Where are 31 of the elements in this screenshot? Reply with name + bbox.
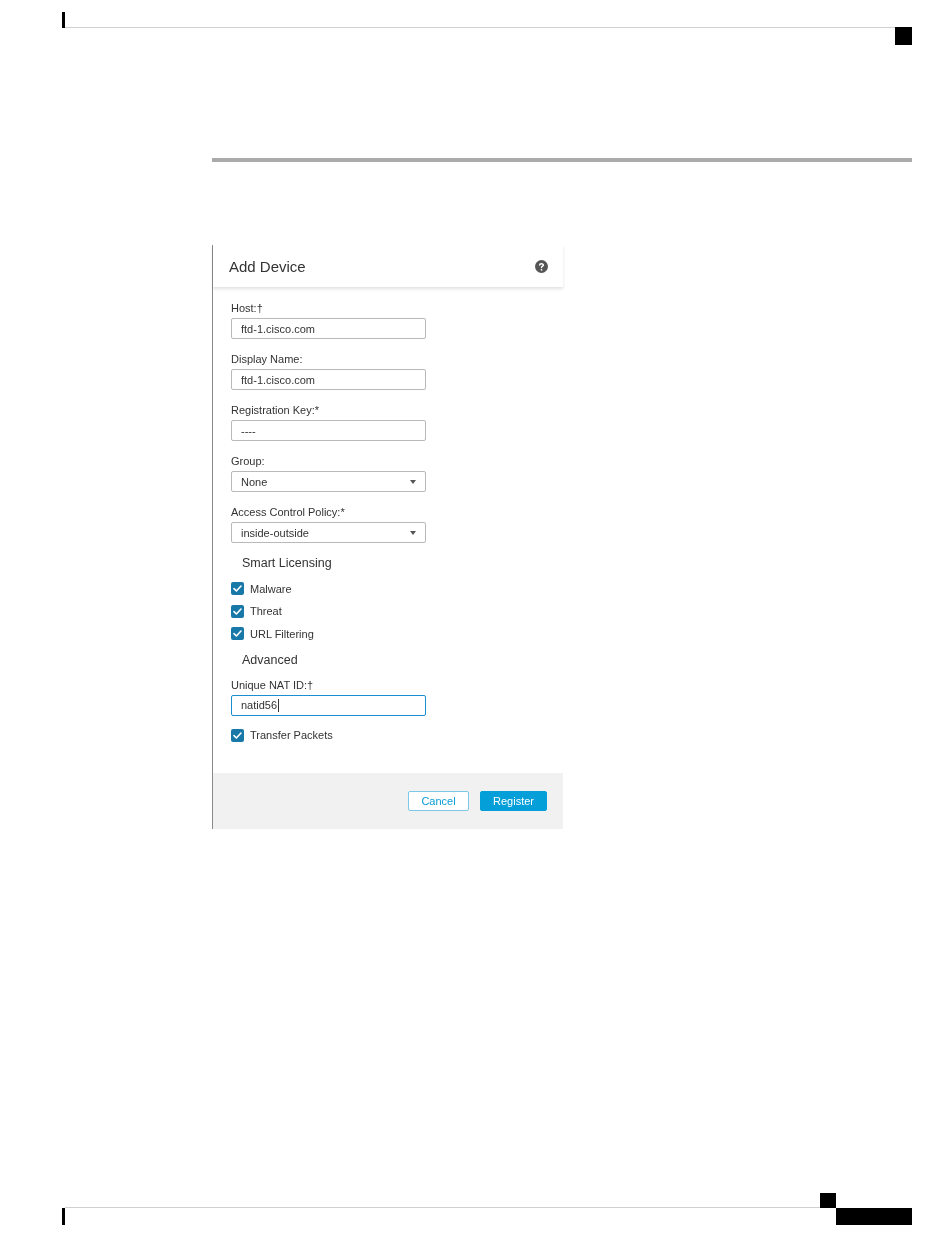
caret-down-icon — [410, 479, 416, 484]
field-label: Unique NAT ID:† — [231, 677, 314, 692]
dropdown-field[interactable]: inside-outside — [231, 522, 426, 543]
text-field[interactable]: ---- — [231, 420, 426, 441]
caret-down-icon — [410, 530, 416, 535]
header-tick-mark — [62, 12, 65, 28]
text-field[interactable]: natid56 — [231, 694, 426, 716]
text-cursor-icon — [278, 698, 280, 712]
field-label: Host:† — [231, 301, 263, 315]
checkbox[interactable] — [231, 582, 244, 595]
checkbox-label[interactable]: URL Filtering — [250, 627, 314, 640]
field-label: Group: — [231, 454, 265, 468]
section-heading: Smart Licensing — [242, 555, 332, 571]
footer-corner-block — [820, 1193, 836, 1208]
dropdown-field[interactable]: None — [231, 471, 426, 492]
checkbox-label[interactable]: Transfer Packets — [250, 729, 333, 741]
checkbox[interactable] — [231, 627, 244, 640]
dialog-title: Add Device — [229, 257, 306, 275]
header-corner-block — [895, 27, 912, 45]
field-label: Registration Key:* — [231, 403, 320, 417]
field-label: Display Name: — [231, 352, 303, 366]
section-heading: Advanced — [242, 651, 298, 668]
text-field[interactable]: ftd-1.cisco.com — [231, 369, 426, 390]
field-label: Access Control Policy:* — [231, 505, 345, 519]
help-icon[interactable] — [535, 259, 548, 273]
footer-tick-mark — [62, 1208, 65, 1225]
checkbox-label[interactable]: Threat — [250, 605, 282, 617]
checkbox-label[interactable]: Malware — [250, 582, 292, 595]
checkbox[interactable] — [231, 728, 244, 742]
checkbox[interactable] — [231, 604, 244, 618]
text-field[interactable]: ftd-1.cisco.com — [231, 318, 426, 339]
